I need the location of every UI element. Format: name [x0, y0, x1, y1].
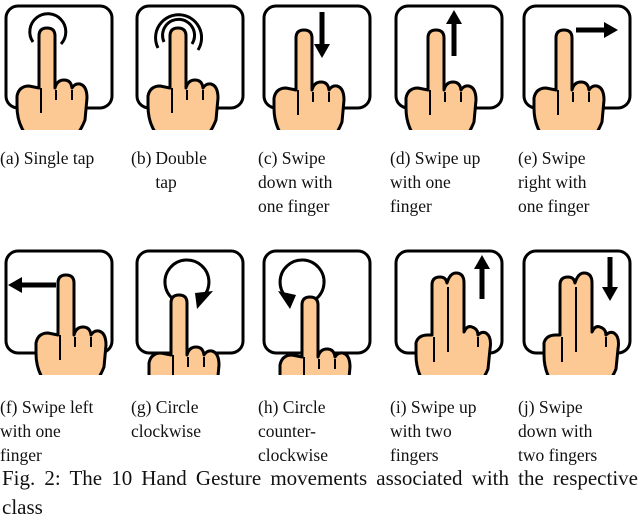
gesture-panel-c: [258, 0, 378, 130]
gesture-panel-a: [0, 0, 120, 130]
swipe-down-gesture-icon: [522, 249, 632, 375]
subfigure-text: (d) Swipe up with one finger: [390, 148, 481, 216]
subfigure-text: (g) Circle clockwise: [131, 397, 201, 441]
swipe-up-gesture-icon: [394, 249, 504, 375]
subfigure-caption-c: (c) Swipe down with one finger: [258, 146, 332, 218]
gesture-panel-f: [0, 245, 120, 375]
gesture-panel-b: [131, 0, 251, 130]
subfigure-text: (e) Swipe right with one finger: [518, 148, 590, 216]
subfigure-caption-d: (d) Swipe up with one finger: [390, 146, 480, 218]
subfigure-caption-j: (j) Swipe down with two fingers: [518, 395, 597, 467]
swipe-right-gesture-icon: [522, 4, 632, 130]
swipe-left-gesture-icon: [4, 249, 114, 375]
figure-caption: Fig. 2: The 10 Hand Gesture movements as…: [2, 466, 638, 519]
subfigure-label: (b): [131, 148, 152, 168]
subfigure-caption-i: (i) Swipe up with two fingers: [390, 395, 477, 467]
subfigure-caption-h: (h) Circle counter-clockwise: [258, 395, 328, 467]
swipe-down-gesture-icon: [262, 4, 372, 130]
gesture-panel-j: [518, 245, 638, 375]
single-tap-gesture-icon: [4, 4, 114, 130]
circle-counterclockwise-gesture-icon: [262, 249, 372, 375]
touchpad-frame: [135, 249, 245, 355]
subfigure-caption-f: (f) Swipe left with one finger: [0, 395, 93, 467]
subfigure-text: (j) Swipe down with two fingers: [518, 397, 598, 465]
subfigure-caption-a: (a) Single tap: [0, 146, 94, 170]
subfigure-caption-b: (b) Double tap: [131, 146, 207, 194]
subfigure-caption-g: (g) Circle clockwise: [131, 395, 201, 443]
subfigure-text: (h) Circle counter-clockwise: [258, 397, 328, 465]
gesture-panel-e: [518, 0, 638, 130]
circle-clockwise-gesture-icon: [135, 249, 245, 375]
gesture-panel-h: [258, 245, 378, 375]
gesture-panel-d: [390, 0, 510, 130]
double-tap-gesture-icon: [135, 4, 245, 130]
subfigure-text: (i) Swipe up with two fingers: [390, 397, 477, 465]
gesture-panel-i: [390, 245, 510, 375]
subfigure-text: (a) Single tap: [0, 148, 95, 168]
subfigure-caption-e: (e) Swipe right with one finger: [518, 146, 589, 218]
subfigure-text: (c) Swipe down with one finger: [258, 148, 333, 216]
subfigure-text: Double tap: [155, 148, 207, 192]
subfigure-text: (f) Swipe left with one finger: [0, 397, 94, 465]
gesture-panel-g: [131, 245, 251, 375]
swipe-up-gesture-icon: [394, 4, 504, 130]
